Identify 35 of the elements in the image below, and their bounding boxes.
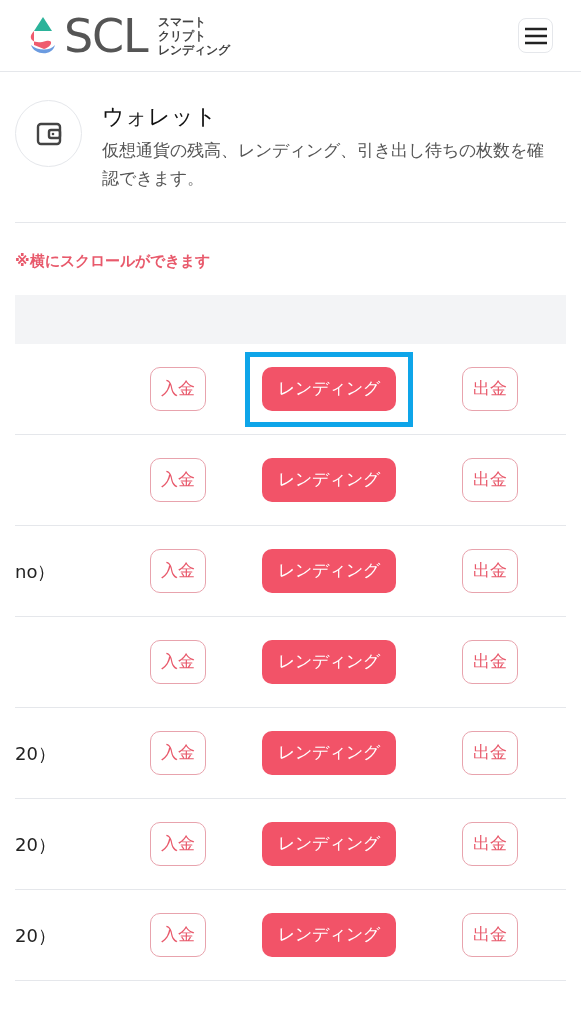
deposit-button[interactable]: 入金 (150, 549, 206, 593)
logo-tagline: スマート (157, 14, 207, 29)
section-description: 仮想通貨の残高、レンディング、引き出し待ちの枚数を確認できます。 (102, 139, 545, 190)
table-cell-text: no） (15, 559, 56, 584)
lending-button[interactable]: レンディング (262, 458, 396, 502)
table-cell-text: 20） (15, 741, 56, 766)
lending-button[interactable]: レンディング (262, 731, 396, 775)
withdraw-button[interactable]: 出金 (462, 367, 518, 411)
withdraw-button[interactable]: 出金 (462, 913, 518, 957)
deposit-button[interactable]: 入金 (150, 458, 206, 502)
withdraw-button[interactable]: 出金 (462, 640, 518, 684)
logo-text: SCL (64, 12, 148, 59)
logo-tagline: レンディング (157, 42, 230, 57)
deposit-button[interactable]: 入金 (150, 913, 206, 957)
menu-icon (523, 26, 548, 45)
lending-button[interactable]: レンディング (262, 549, 396, 593)
lending-button[interactable]: レンディング (262, 640, 396, 684)
lending-button[interactable]: レンディング (262, 367, 396, 411)
lending-button[interactable]: レンディング (262, 913, 396, 957)
withdraw-button[interactable]: 出金 (462, 822, 518, 866)
wallet-icon (35, 121, 62, 146)
withdraw-button[interactable]: 出金 (462, 549, 518, 593)
withdraw-button[interactable]: 出金 (462, 731, 518, 775)
deposit-button[interactable]: 入金 (150, 731, 206, 775)
deposit-button[interactable]: 入金 (150, 640, 206, 684)
scroll-note: ※横にスクロールができます (15, 252, 210, 270)
logo-tagline: クリプト (157, 28, 207, 43)
table-cell-text: 20） (15, 923, 56, 948)
table-cell-text: 20） (15, 832, 56, 857)
section-title: ウォレット (102, 103, 218, 131)
deposit-button[interactable]: 入金 (150, 367, 206, 411)
lending-button[interactable]: レンディング (262, 822, 396, 866)
withdraw-button[interactable]: 出金 (462, 458, 518, 502)
deposit-button[interactable]: 入金 (150, 822, 206, 866)
menu-button[interactable] (518, 18, 553, 53)
